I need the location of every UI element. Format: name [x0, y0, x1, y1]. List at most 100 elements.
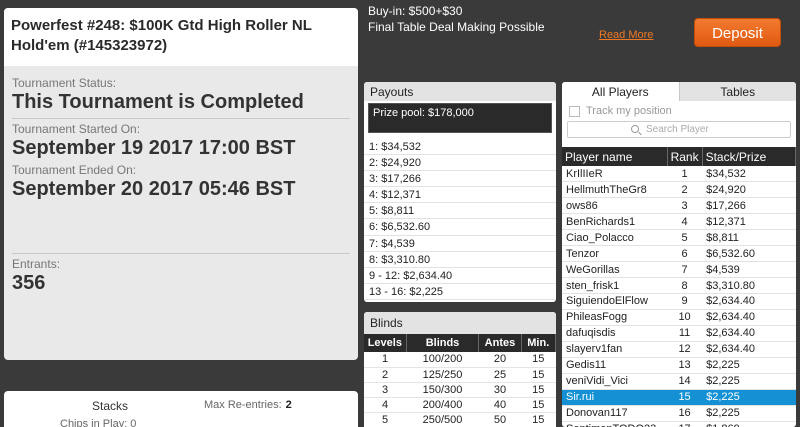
player-stack: $2,225 [702, 357, 796, 374]
player-row[interactable]: veniVidi_Vici 14 $2,225 [562, 373, 796, 390]
player-name: PhileasFogg [562, 309, 668, 326]
blinds-cell: 200/400 [406, 397, 479, 413]
player-stack: $2,634.40 [702, 325, 796, 342]
player-row[interactable]: ows86 3 $17,266 [562, 197, 796, 215]
search-player-input[interactable]: Search Player [567, 121, 791, 138]
player-row[interactable]: BenRichards1 4 $12,371 [562, 213, 796, 231]
track-position-row[interactable]: Track my position [562, 101, 796, 121]
player-rank: 14 [667, 373, 703, 390]
player-row[interactable]: KrIlIIeR 1 $34,532 [562, 166, 796, 183]
payout-list[interactable]: 1: $34,532 2: $24,920 3: $17,266 4: $12,371… [364, 139, 556, 302]
player-stack: $2,634.40 [702, 341, 796, 358]
blinds-column-header: Levels [364, 334, 407, 352]
blinds-cell: 100/200 [406, 352, 479, 368]
player-stack: $6,532.60 [702, 245, 796, 263]
player-row[interactable]: slayerv1fan 12 $2,634.40 [562, 341, 796, 358]
blinds-column-header: Min. [521, 334, 556, 352]
blinds-cell: 25 [478, 367, 522, 383]
payout-row: 1: $34,532 [364, 139, 556, 156]
buyin-text: Buy-in: $500+$30 [368, 4, 463, 18]
player-row[interactable]: sten_frisk1 8 $3,310.80 [562, 277, 796, 294]
prize-pool: Prize pool: $178,000 [368, 103, 552, 133]
max-reentries: Max Re-entries: 2 [204, 399, 292, 411]
player-row[interactable]: Tenzor 6 $6,532.60 [562, 245, 796, 263]
tournament-title: Powerfest #248: $100K Gtd High Roller NL… [4, 8, 358, 66]
payout-row: 2: $24,920 [364, 155, 556, 172]
max-reentries-label: Max Re-entries: [204, 399, 282, 411]
payout-row: 8: $3,310.80 [364, 252, 556, 268]
max-reentries-value: 2 [285, 399, 292, 411]
player-name: Donovan117 [562, 405, 668, 422]
blinds-column-header: Antes [478, 334, 522, 352]
payout-row: 4: $12,371 [364, 187, 556, 204]
players-column-header[interactable]: Rank [667, 147, 703, 166]
blinds-cell: 150/300 [406, 382, 479, 398]
blinds-row: 3 150/300 30 15 [364, 382, 556, 398]
ended-value: September 20 2017 05:46 BST [12, 178, 296, 200]
player-row[interactable]: dafuqisdis 11 $2,634.40 [562, 325, 796, 342]
player-rank: 10 [667, 309, 703, 326]
payout-row: 17 - 24: $1,869 [364, 300, 556, 303]
player-rank: 15 [667, 389, 703, 406]
tab-all-players[interactable]: All Players [562, 82, 679, 101]
player-row[interactable]: Ciao_Polacco 5 $8,811 [562, 229, 796, 247]
tab-tables[interactable]: Tables [678, 82, 796, 101]
chips-in-play: Chips in Play: 0 [60, 418, 137, 427]
player-row[interactable]: PhileasFogg 10 $2,634.40 [562, 309, 796, 326]
players-tabs: All Players Tables [562, 82, 796, 101]
blinds-cell: 15 [521, 382, 556, 398]
player-rank: 6 [667, 245, 703, 263]
player-name: Ciao_Polacco [562, 229, 668, 247]
payout-row: 7: $4,539 [364, 236, 556, 252]
player-stack: $2,225 [702, 373, 796, 390]
blinds-column-header: Blinds [406, 334, 480, 352]
player-stack: $1,869 [702, 421, 796, 427]
blinds-panel: Blinds Levels Blinds Antes Min. 1 100/200 20 1… [364, 312, 556, 427]
read-more-link[interactable]: Read More [599, 29, 653, 41]
player-name: SiguiendoElFlow [562, 293, 668, 310]
players-column-header[interactable]: Stack/Prize [702, 147, 796, 166]
payout-row: 6: $6,532.60 [364, 219, 556, 236]
player-stack: $2,634.40 [702, 293, 796, 310]
players-table: Player name Rank Stack/Prize KrIlIIeR 1 $34,… [562, 147, 796, 427]
player-stack: $12,371 [702, 213, 796, 231]
player-name: Gedis11 [562, 357, 668, 374]
players-column-header[interactable]: Player name [562, 147, 668, 166]
blinds-cell: 125/250 [406, 367, 479, 383]
player-name: Tenzor [562, 245, 668, 263]
blinds-cell: 15 [521, 397, 556, 413]
track-position-label: Track my position [586, 105, 672, 117]
blinds-title: Blinds [364, 312, 556, 334]
player-row[interactable]: Gedis11 13 $2,225 [562, 357, 796, 374]
entrants-value: 356 [12, 272, 46, 294]
player-stack: $24,920 [702, 181, 796, 199]
player-stack: $8,811 [702, 229, 796, 247]
player-row[interactable]: HellmuthTheGr8 2 $24,920 [562, 181, 796, 199]
player-name: KrIlIIeR [562, 166, 668, 183]
blinds-cell: 30 [478, 382, 522, 398]
player-row[interactable]: SentimenTODO2317$1,869 [562, 421, 796, 427]
player-row[interactable]: Sir.rui 15 $2,225 [562, 389, 796, 406]
blinds-table: Levels Blinds Antes Min. 1 100/200 20 15 2 125/2… [364, 334, 556, 427]
player-stack: $17,266 [702, 197, 796, 215]
player-name: SentimenTODO23 [562, 421, 668, 427]
player-rank: 11 [667, 325, 703, 342]
divider [12, 253, 350, 254]
player-name: HellmuthTheGr8 [562, 181, 668, 199]
started-value: September 19 2017 17:00 BST [12, 137, 296, 159]
track-position-checkbox[interactable] [569, 105, 580, 117]
player-name: veniVidi_Vici [562, 373, 668, 390]
player-row[interactable]: SiguiendoElFlow 9 $2,634.40 [562, 293, 796, 310]
ended-label: Tournament Ended On: [12, 163, 137, 177]
player-stack: $3,310.80 [702, 277, 796, 294]
player-row[interactable]: Donovan117 16 $2,225 [562, 405, 796, 422]
player-stack: $2,225 [702, 405, 796, 422]
payout-row: 3: $17,266 [364, 171, 556, 188]
player-row[interactable]: WeGorillas 7 $4,539 [562, 261, 796, 279]
player-rank: 8 [667, 277, 703, 294]
stacks-title: Stacks [92, 399, 129, 413]
blinds-row: 2 125/250 25 15 [364, 367, 556, 383]
players-panel: All Players Tables Track my position Sea… [562, 82, 796, 427]
deposit-button[interactable]: Deposit [694, 18, 781, 47]
blinds-cell: 20 [478, 352, 522, 368]
